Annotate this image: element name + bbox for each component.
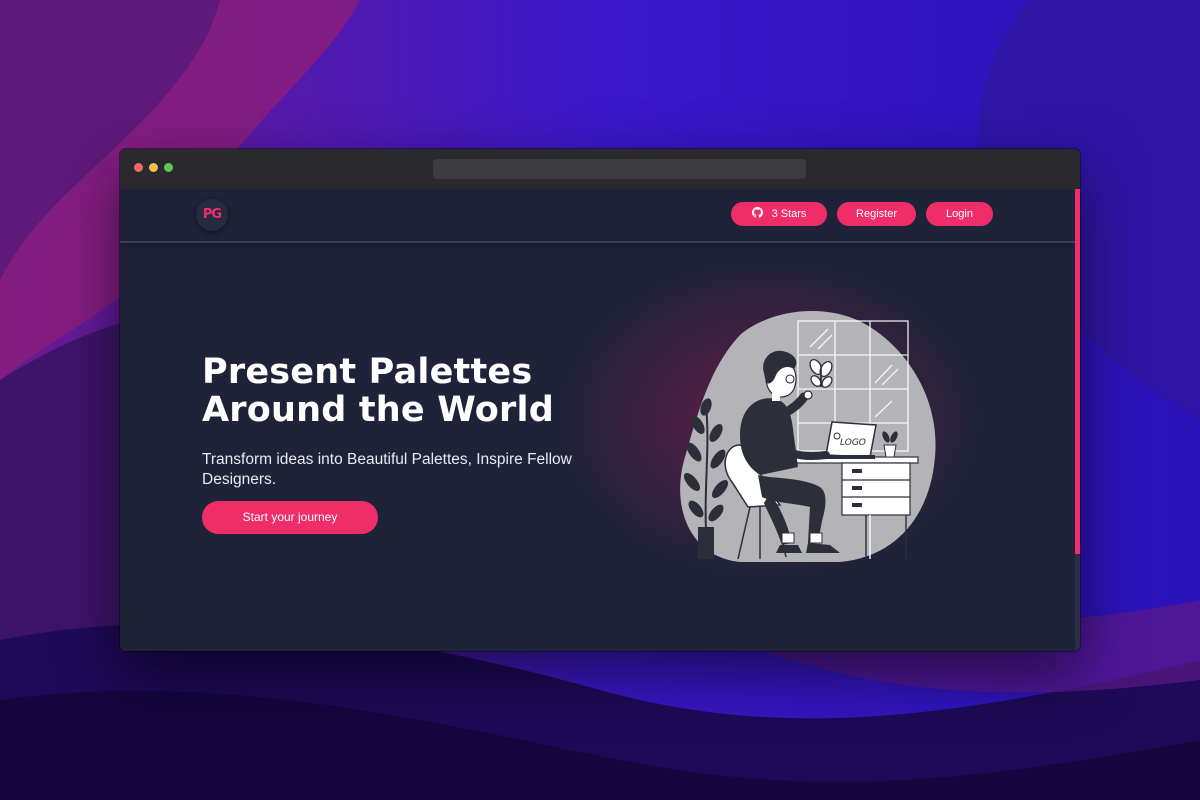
window-maximize-button[interactable] [164, 163, 173, 172]
page-scrollbar-thumb[interactable] [1075, 189, 1080, 554]
window-minimize-button[interactable] [149, 163, 158, 172]
laptop-logo-text: LOGO [840, 438, 866, 448]
designer-at-desk-illustration: LOGO [680, 311, 936, 562]
navbar: PG 3 Stars Register Login [120, 189, 1075, 243]
hero-title-line-2: Around the World [202, 390, 554, 430]
github-stars-button[interactable]: 3 Stars [731, 202, 827, 226]
hero-title: Present Palettes Around the World [202, 353, 602, 429]
register-button[interactable]: Register [837, 202, 916, 226]
browser-window: PG 3 Stars Register Login Present Palett… [120, 149, 1080, 651]
logo[interactable]: PG [196, 199, 228, 231]
hero-title-line-1: Present Palettes [202, 352, 533, 392]
hero-subtitle: Transform ideas into Beautiful Palettes,… [202, 451, 572, 488]
web-page: PG 3 Stars Register Login Present Palett… [120, 189, 1080, 651]
login-button[interactable]: Login [926, 202, 993, 226]
github-icon [751, 207, 763, 218]
start-journey-button[interactable]: Start your journey [202, 501, 378, 534]
address-bar[interactable] [433, 159, 806, 179]
github-stars-label: 3 Stars [771, 208, 807, 220]
window-close-button[interactable] [134, 163, 143, 172]
browser-titlebar [120, 149, 1080, 190]
page-scrollbar[interactable] [1075, 189, 1080, 651]
